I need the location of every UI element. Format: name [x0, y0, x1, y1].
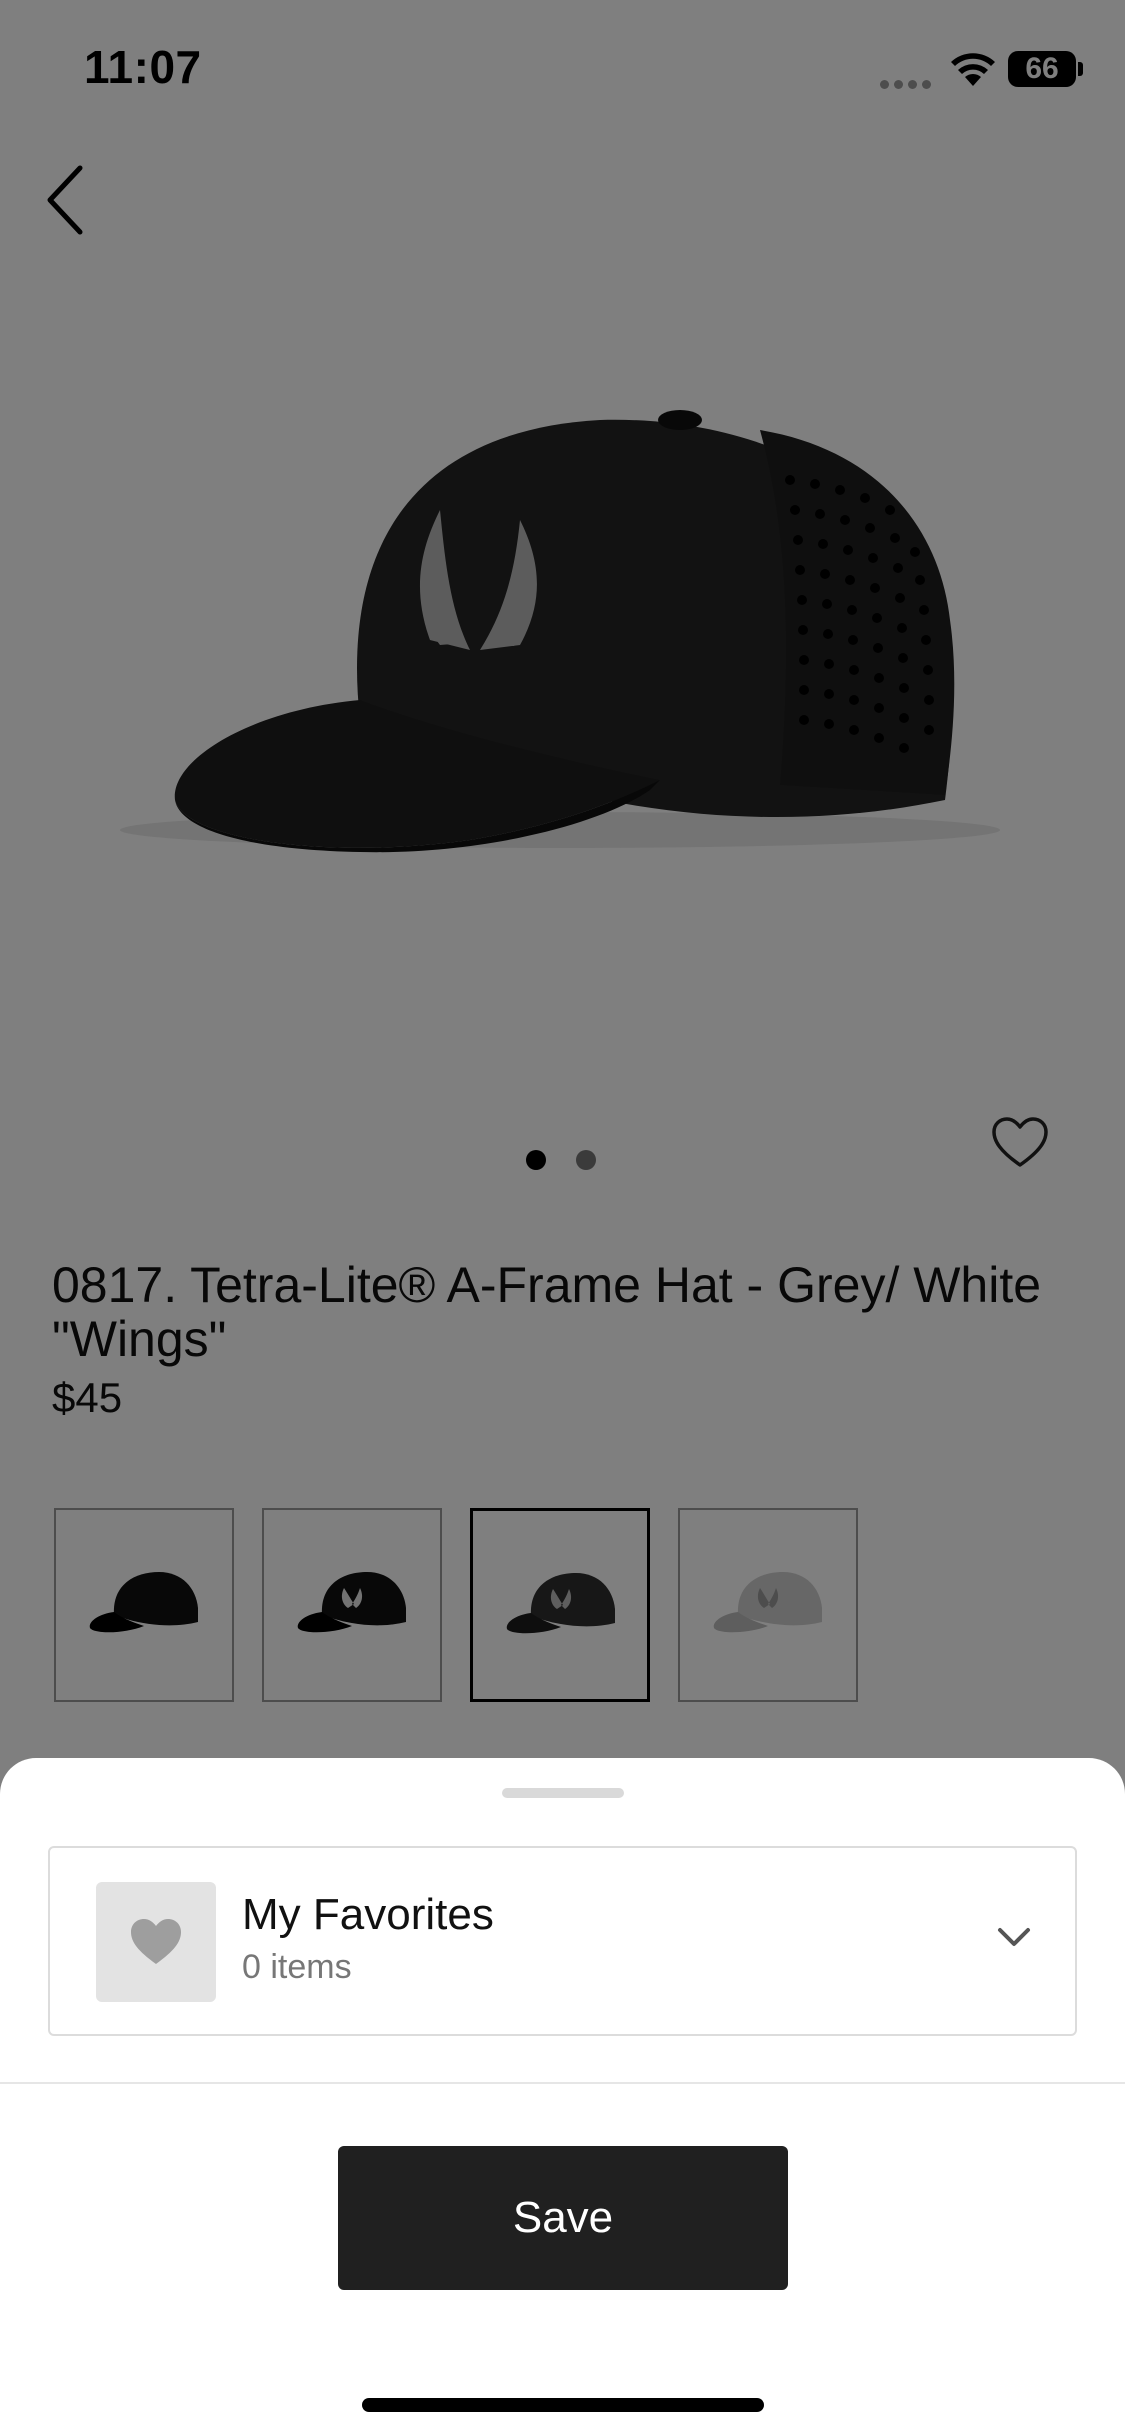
heart-filled-icon: [131, 1919, 181, 1964]
sheet-grabber[interactable]: [502, 1788, 624, 1798]
save-button[interactable]: Save: [338, 2146, 788, 2290]
sheet-divider: [0, 2082, 1125, 2084]
save-to-list-sheet: My Favorites 0 items Save: [0, 1758, 1125, 2436]
list-item-count: 0 items: [242, 1948, 352, 1986]
list-name: My Favorites: [242, 1890, 494, 1939]
list-thumbnail: [96, 1882, 216, 2002]
chevron-down-icon[interactable]: [996, 1924, 1032, 1952]
list-selector[interactable]: My Favorites 0 items: [48, 1846, 1077, 2036]
home-indicator[interactable]: [362, 2398, 764, 2412]
